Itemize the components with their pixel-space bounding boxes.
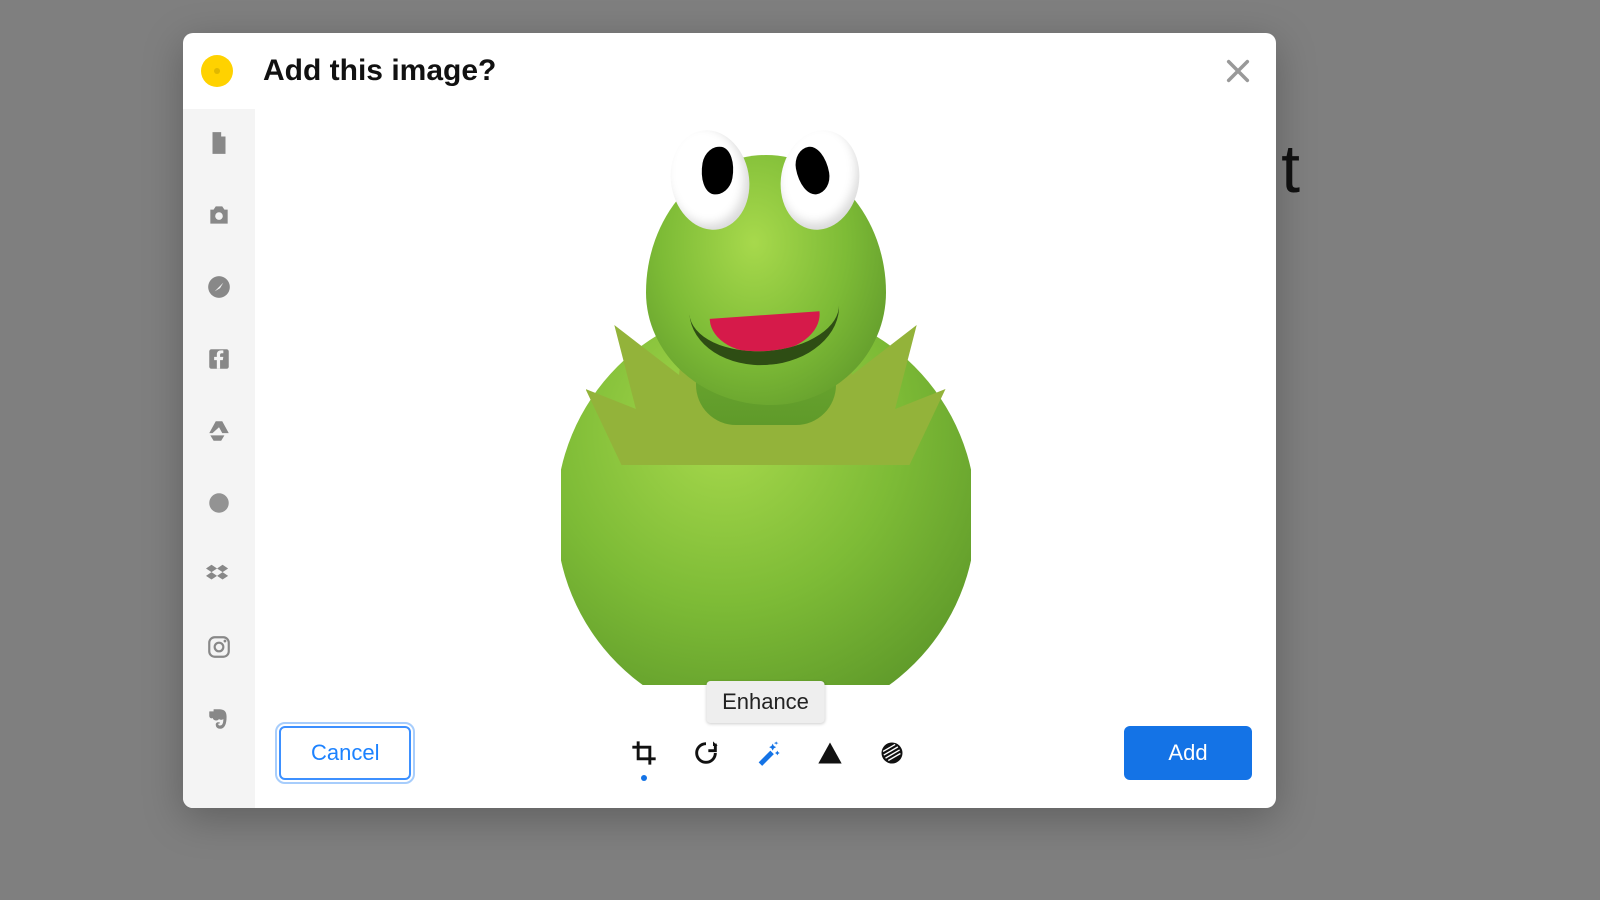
edit-toolbar	[411, 733, 1124, 773]
modal-footer: Cancel	[255, 716, 1276, 808]
tool-circle[interactable]	[876, 733, 908, 773]
brand-logo-icon	[201, 55, 233, 87]
add-button[interactable]: Add	[1124, 726, 1252, 780]
triangle-icon	[816, 739, 844, 767]
instagram-icon	[206, 634, 232, 660]
close-icon	[1224, 57, 1252, 85]
tool-enhance[interactable]	[752, 733, 784, 773]
tool-tooltip: Enhance	[706, 681, 825, 723]
tool-indicator-dot	[641, 775, 647, 781]
file-icon	[206, 130, 232, 156]
add-image-modal: Add this image?	[183, 33, 1276, 808]
dropbox-icon	[206, 562, 232, 588]
modal-title: Add this image?	[263, 54, 1224, 88]
evernote-icon	[206, 706, 232, 732]
gphotos-icon	[206, 490, 232, 516]
tool-rotate[interactable]	[690, 733, 722, 773]
tool-sharpen[interactable]	[814, 733, 846, 773]
close-button[interactable]	[1224, 57, 1252, 85]
facebook-icon	[206, 346, 232, 372]
modal-header: Add this image?	[183, 33, 1276, 109]
sidebar-item-evernote[interactable]	[205, 705, 233, 733]
crop-icon	[630, 739, 658, 767]
source-sidebar	[183, 109, 255, 808]
sidebar-item-instagram[interactable]	[205, 633, 233, 661]
sidebar-item-file[interactable]	[205, 129, 233, 157]
sidebar-item-gdrive[interactable]	[205, 417, 233, 445]
sidebar-item-facebook[interactable]	[205, 345, 233, 373]
preview-image[interactable]	[561, 125, 971, 685]
gdrive-icon	[206, 418, 232, 444]
sidebar-item-camera[interactable]	[205, 201, 233, 229]
image-preview: Enhance	[255, 109, 1276, 716]
compass-icon	[206, 274, 232, 300]
sidebar-item-gphotos[interactable]	[205, 489, 233, 517]
camera-icon	[206, 202, 232, 228]
background-text-fragment: t	[1281, 130, 1300, 208]
modal-main: Enhance Cancel	[255, 109, 1276, 808]
tool-crop[interactable]	[628, 733, 660, 773]
rotate-icon	[692, 739, 720, 767]
sidebar-item-dropbox[interactable]	[205, 561, 233, 589]
modal-body: Enhance Cancel	[183, 109, 1276, 808]
circle-stripes-icon	[878, 739, 906, 767]
magic-wand-icon	[754, 739, 782, 767]
cancel-button[interactable]: Cancel	[279, 726, 411, 780]
sidebar-item-web[interactable]	[205, 273, 233, 301]
